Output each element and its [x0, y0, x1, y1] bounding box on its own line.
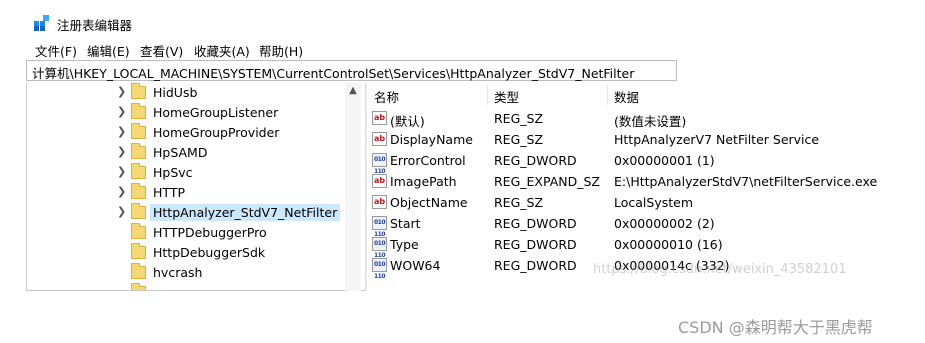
value-name: Type	[390, 237, 419, 252]
chevron-right-icon[interactable]: ❯	[117, 145, 127, 159]
tree-item-label: HttpDebuggerSdk	[153, 245, 266, 260]
binary-value-icon: 010 110	[372, 258, 387, 280]
folder-icon	[131, 263, 146, 279]
tree-item[interactable]: ❯ HidUsb	[26, 83, 346, 103]
column-header-type[interactable]: 类型	[494, 87, 519, 106]
value-data: LocalSystem	[614, 195, 694, 210]
value-type: REG_SZ	[494, 111, 544, 126]
tree-item[interactable]: ❯ HpSAMD	[26, 143, 346, 163]
tree-item-label: HomeGroupProvider	[153, 125, 280, 140]
key-tree[interactable]: ❯ HidUsb ❯ HomeGroupListener ❯ HomeGroup…	[26, 83, 367, 291]
tree-item-label: HTTPDebuggerPro	[153, 225, 267, 240]
folder-icon	[131, 243, 146, 259]
value-data: (数值未设置)	[614, 114, 687, 129]
folder-icon	[131, 83, 146, 99]
folder-icon	[131, 203, 146, 219]
chevron-right-icon[interactable]: ❯	[117, 85, 127, 99]
tree-scrollbar[interactable]: ▲	[345, 83, 361, 291]
tree-item-label: HTTP	[153, 185, 185, 200]
tree-item[interactable]: hvcrash	[26, 263, 346, 283]
tree-item-label: HpSAMD	[153, 145, 208, 160]
string-value-icon: ab	[372, 111, 387, 125]
window-title: 注册表编辑器	[57, 18, 133, 33]
tree-item-label: hvcrash	[153, 265, 203, 280]
tree-item[interactable]: ❯ HpSvc	[26, 163, 346, 183]
value-type: REG_DWORD	[494, 216, 577, 231]
menu-help[interactable]: 帮助(H)	[259, 41, 303, 60]
column-header-name[interactable]: 名称	[374, 87, 399, 106]
value-name: WOW64	[390, 258, 441, 273]
binary-value-icon: 010 110	[372, 237, 387, 259]
chevron-right-icon[interactable]: ❯	[117, 205, 127, 219]
folder-icon	[131, 223, 146, 239]
value-type: REG_DWORD	[494, 153, 577, 168]
address-path[interactable]: 计算机\HKEY_LOCAL_MACHINE\SYSTEM\CurrentCon…	[32, 63, 634, 82]
column-header-data[interactable]: 数据	[614, 87, 639, 106]
value-data: 0x00000002 (2)	[614, 216, 715, 231]
folder-icon	[131, 123, 146, 139]
value-name: ErrorControl	[390, 153, 466, 168]
value-row[interactable]: ab DisplayName REG_SZ HttpAnalyzerV7 Net…	[368, 129, 925, 150]
chevron-right-icon[interactable]: ❯	[117, 105, 127, 119]
value-name: ImagePath	[390, 174, 457, 189]
tree-item-label: HidUsb	[153, 85, 198, 100]
tree-item[interactable]: ❯ HomeGroupProvider	[26, 123, 346, 143]
column-separator[interactable]	[607, 85, 608, 105]
string-value-icon: ab	[372, 174, 387, 188]
pane-splitter[interactable]	[365, 83, 366, 291]
value-data: 0x00000001 (1)	[614, 153, 715, 168]
chevron-right-icon[interactable]: ❯	[117, 165, 127, 179]
binary-value-icon: 010 110	[372, 153, 387, 175]
value-row[interactable]: ab (默认) REG_SZ (数值未设置)	[368, 108, 925, 129]
registry-editor-icon	[34, 15, 49, 31]
value-name: (默认)	[390, 114, 425, 129]
value-data: E:\HttpAnalyzerStdV7\netFilterService.ex…	[614, 174, 878, 189]
value-row[interactable]: 010 110 Start REG_DWORD 0x00000002 (2)	[368, 213, 925, 238]
tree-item-label: HomeGroupListener	[153, 105, 279, 120]
value-row[interactable]: 010 110 Type REG_DWORD 0x00000010 (16)	[368, 234, 925, 259]
address-bar[interactable]: 计算机\HKEY_LOCAL_MACHINE\SYSTEM\CurrentCon…	[26, 60, 677, 81]
folder-icon	[131, 143, 146, 159]
menu-bar: 文件(F) 编辑(E) 查看(V) 收藏夹(A) 帮助(H)	[26, 38, 925, 60]
tree-item[interactable]: HttpDebuggerSdk	[26, 243, 346, 263]
string-value-icon: ab	[372, 132, 387, 146]
menu-edit[interactable]: 编辑(E)	[87, 41, 130, 60]
folder-icon	[131, 163, 146, 179]
value-row[interactable]: ab ImagePath REG_EXPAND_SZ E:\HttpAnalyz…	[368, 171, 925, 192]
value-type: REG_DWORD	[494, 237, 577, 252]
value-data: HttpAnalyzerV7 NetFilter Service	[614, 132, 820, 147]
value-data: 0x00000010 (16)	[614, 237, 723, 252]
value-row[interactable]: 010 110 ErrorControl REG_DWORD 0x00000001…	[368, 150, 925, 175]
string-value-icon: ab	[372, 195, 387, 209]
watermark-url: https://blog.csdn.net/weixin_43582101	[593, 262, 847, 277]
tree-item-label: HttpAnalyzer_StdV7_NetFilter	[150, 204, 341, 221]
column-separator[interactable]	[487, 85, 488, 105]
folder-icon	[131, 103, 146, 119]
tree-item[interactable]: ❯ HomeGroupListener	[26, 103, 346, 123]
tree-bottom-border	[26, 290, 366, 291]
menu-file[interactable]: 文件(F)	[35, 41, 77, 60]
chevron-right-icon[interactable]: ❯	[117, 125, 127, 139]
tree-item-selected[interactable]: ❯ HttpAnalyzer_StdV7_NetFilter	[26, 203, 346, 223]
values-list[interactable]: 名称 类型 数据 ab (默认) REG_SZ (数值未设置) ab Displ…	[368, 83, 925, 291]
credit-text: CSDN @森明帮大于黑虎帮	[678, 318, 873, 337]
value-type: REG_SZ	[494, 132, 544, 147]
tree-item[interactable]: ❯ HTTP	[26, 183, 346, 203]
value-name: ObjectName	[390, 195, 468, 210]
folder-icon	[131, 183, 146, 199]
value-type: REG_EXPAND_SZ	[494, 174, 600, 189]
tree-item[interactable]: HTTPDebuggerPro	[26, 223, 346, 243]
value-name: Start	[390, 216, 421, 231]
value-name: DisplayName	[390, 132, 473, 147]
chevron-right-icon[interactable]: ❯	[117, 185, 127, 199]
binary-value-icon: 010 110	[372, 216, 387, 238]
scroll-up-icon[interactable]: ▲	[345, 85, 361, 99]
value-row[interactable]: ab ObjectName REG_SZ LocalSystem	[368, 192, 925, 213]
value-type: REG_SZ	[494, 195, 544, 210]
menu-view[interactable]: 查看(V)	[140, 41, 183, 60]
menu-favorites[interactable]: 收藏夹(A)	[194, 41, 250, 60]
value-type: REG_DWORD	[494, 258, 577, 273]
tree-item-label: HpSvc	[153, 165, 193, 180]
title-bar: 注册表编辑器	[0, 0, 925, 40]
